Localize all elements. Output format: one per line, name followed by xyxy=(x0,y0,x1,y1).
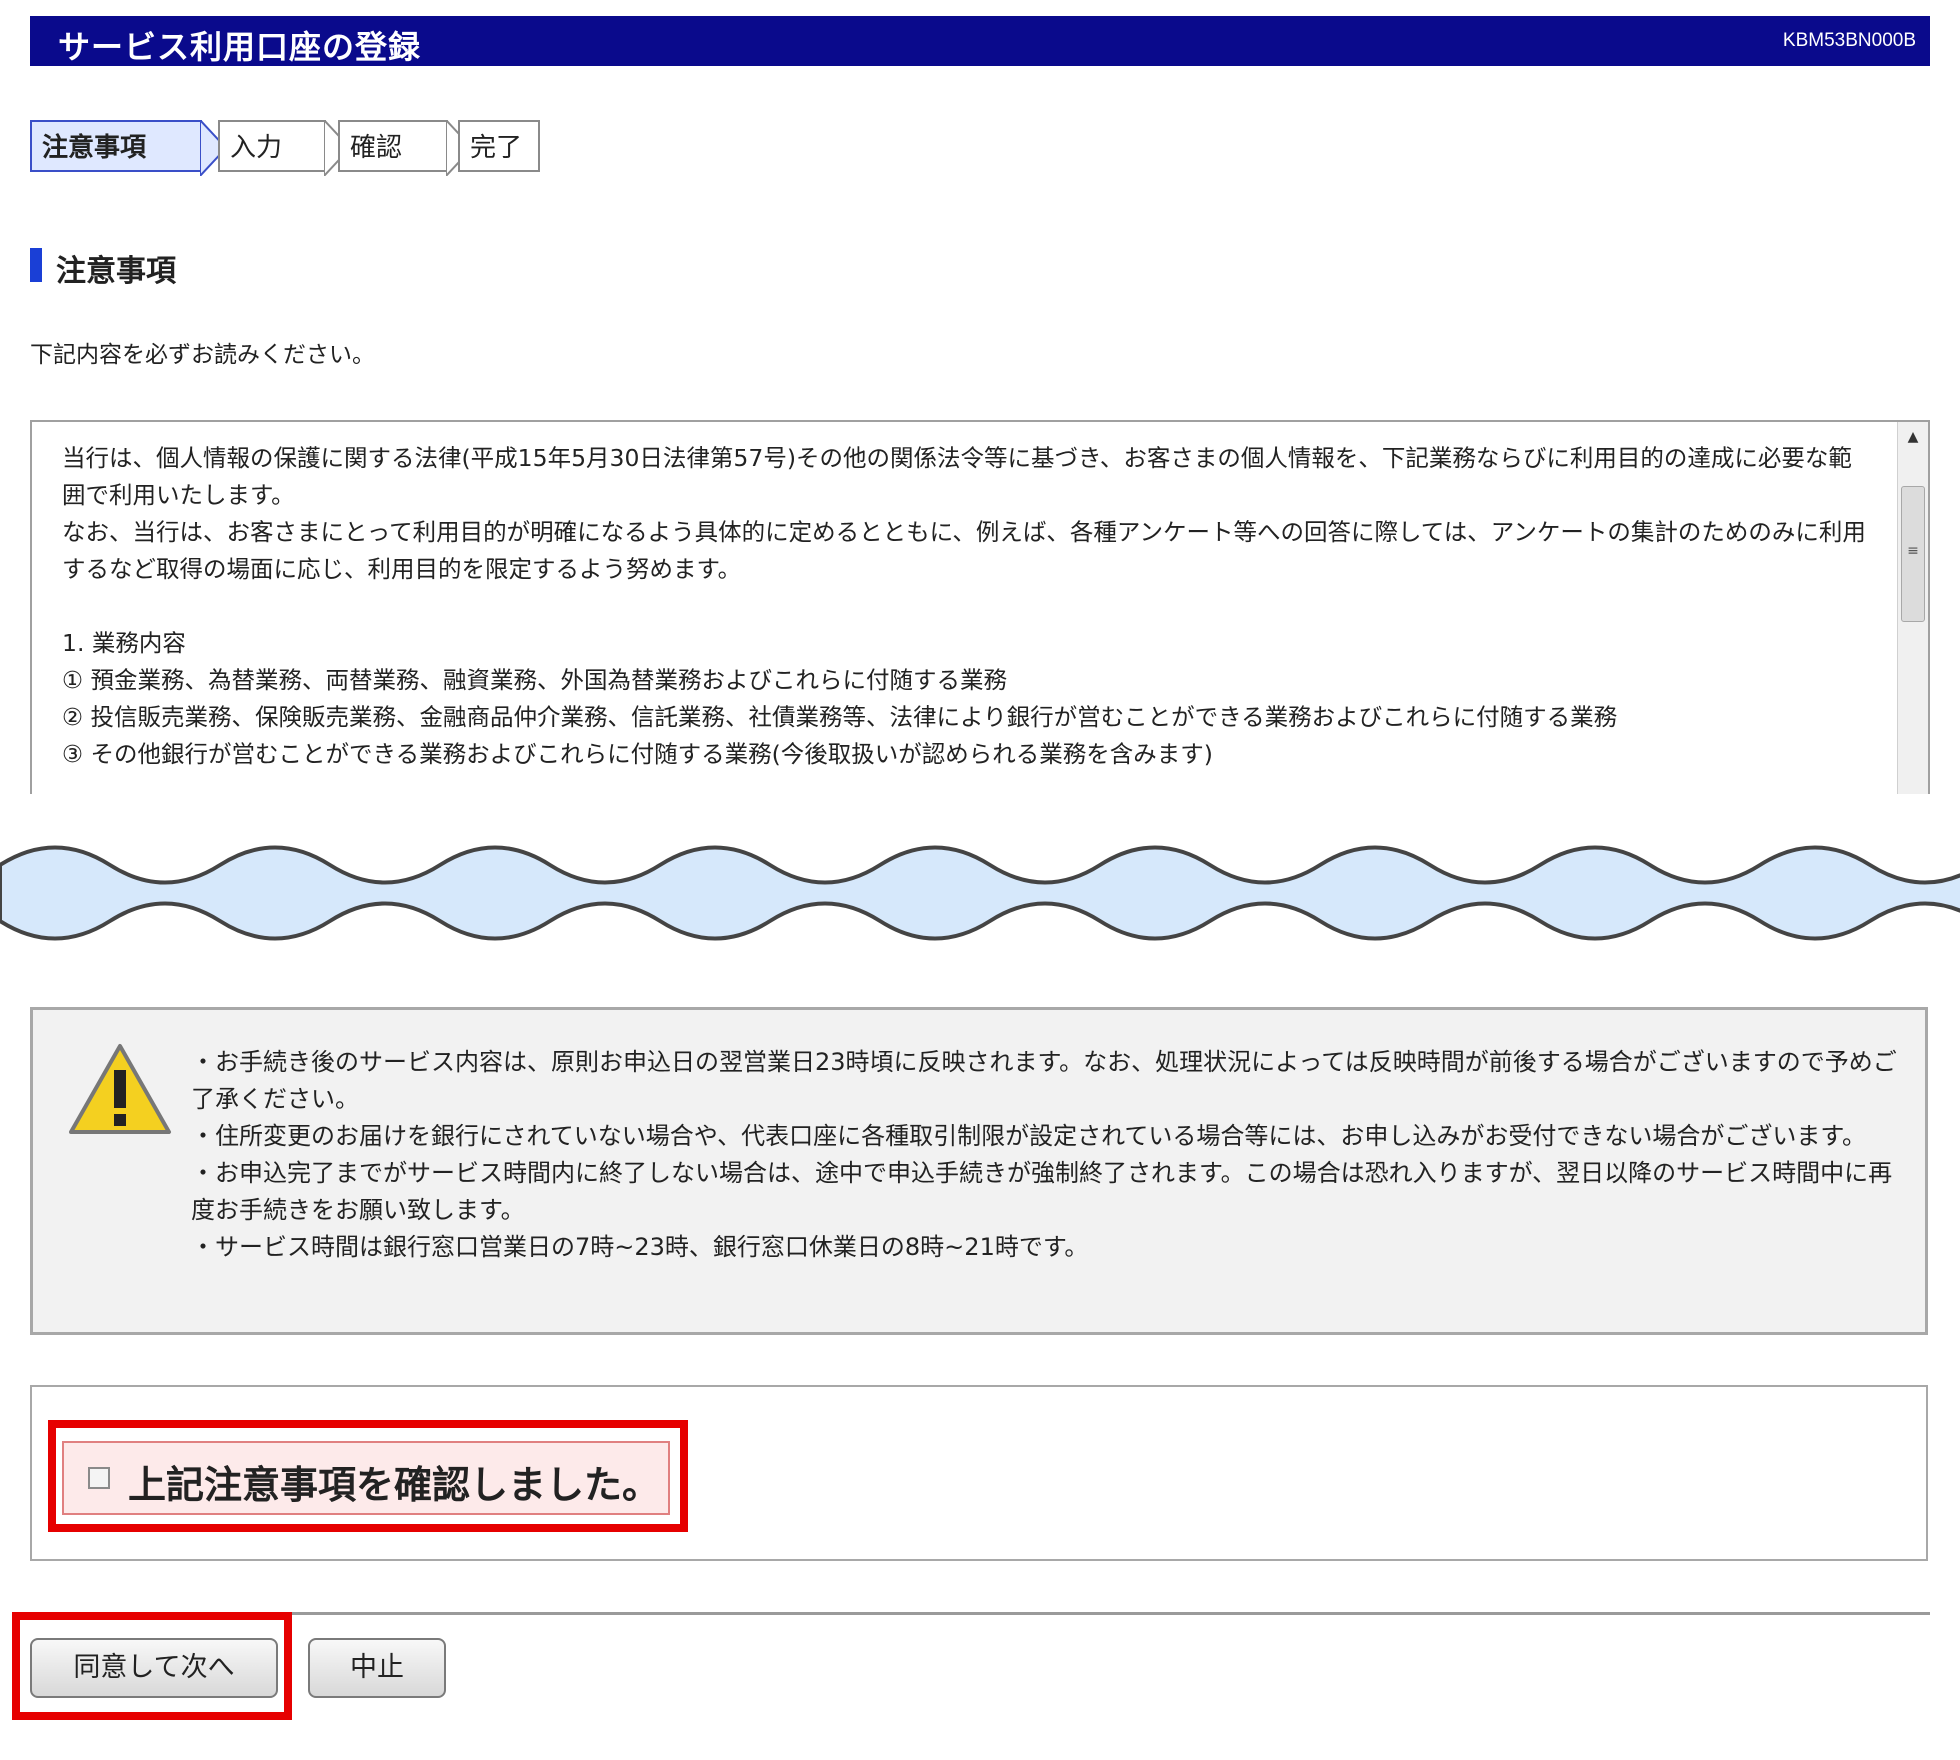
button-highlight-frame xyxy=(12,1612,292,1720)
scrollbar[interactable]: ▲ ≡ xyxy=(1897,422,1928,794)
screen-code: KBM53BN000B xyxy=(1782,30,1916,51)
checkbox-highlight-frame xyxy=(48,1420,688,1532)
terms-paragraph: 当行は、個人情報の保護に関する法律(平成15年5月30日法律第57号)その他の関… xyxy=(62,444,1852,509)
terms-paragraph: ② 投信販売業務、保険販売業務、金融商品仲介業務、信託業務、社債業務等、法律によ… xyxy=(62,703,1618,731)
notice-line: ・お手続き後のサービス内容は、原則お申込日の翌営業日23時頃に反映されます。なお… xyxy=(191,1048,1897,1113)
terms-content: 当行は、個人情報の保護に関する法律(平成15年5月30日法律第57号)その他の関… xyxy=(62,440,1872,773)
terms-scrollbox[interactable]: 当行は、個人情報の保護に関する法律(平成15年5月30日法律第57号)その他の関… xyxy=(30,420,1930,794)
warning-icon xyxy=(69,1044,171,1134)
instruction-text: 下記内容を必ずお読みください。 xyxy=(30,342,375,368)
scroll-thumb[interactable]: ≡ xyxy=(1901,486,1925,622)
page-title: サービス利用口座の登録 xyxy=(58,28,422,66)
divider xyxy=(30,1612,1930,1615)
notice-line: ・お申込完了までがサービス時間内に終了しない場合は、途中で申込手続きが強制終了さ… xyxy=(191,1159,1893,1224)
terms-paragraph: なお、当行は、お客さまにとって利用目的が明確になるよう具体的に定めるとともに、例… xyxy=(62,518,1866,583)
scroll-grip-icon: ≡ xyxy=(1907,543,1919,559)
step-input: 入力 xyxy=(218,120,326,172)
section-heading-text: 注意事項 xyxy=(56,254,176,289)
step-complete: 完了 xyxy=(458,120,540,172)
notice-line: ・住所変更のお届けを銀行にされていない場合や、代表口座に各種取引制限が設定されて… xyxy=(191,1122,1866,1150)
terms-paragraph: ① 預金業務、為替業務、両替業務、融資業務、外国為替業務およびこれらに付随する業… xyxy=(62,666,1008,694)
notice-text: ・お手続き後のサービス内容は、原則お申込日の翌営業日23時頃に反映されます。なお… xyxy=(191,1044,1911,1266)
omission-wave-divider xyxy=(0,845,1960,941)
notice-panel: ・お手続き後のサービス内容は、原則お申込日の翌営業日23時頃に反映されます。なお… xyxy=(30,1007,1928,1335)
terms-paragraph: 1. 業務内容 xyxy=(62,629,186,657)
step-confirm: 確認 xyxy=(338,120,448,172)
step-indicator: 注意事項 入力 確認 完了 xyxy=(30,120,590,176)
heading-bar xyxy=(30,248,42,282)
terms-paragraph xyxy=(62,588,1872,625)
terms-paragraph: ③ その他銀行が営むことができる業務およびこれらに付随する業務(今後取扱いが認め… xyxy=(62,740,1213,768)
step-notes: 注意事項 xyxy=(30,120,202,172)
scroll-up-icon[interactable]: ▲ xyxy=(1898,422,1928,452)
title-bar: サービス利用口座の登録 KBM53BN000B xyxy=(30,16,1930,66)
cancel-button[interactable]: 中止 xyxy=(308,1638,446,1698)
notice-line: ・サービス時間は銀行窓口営業日の7時~23時、銀行窓口休業日の8時~21時です。 xyxy=(191,1233,1089,1261)
